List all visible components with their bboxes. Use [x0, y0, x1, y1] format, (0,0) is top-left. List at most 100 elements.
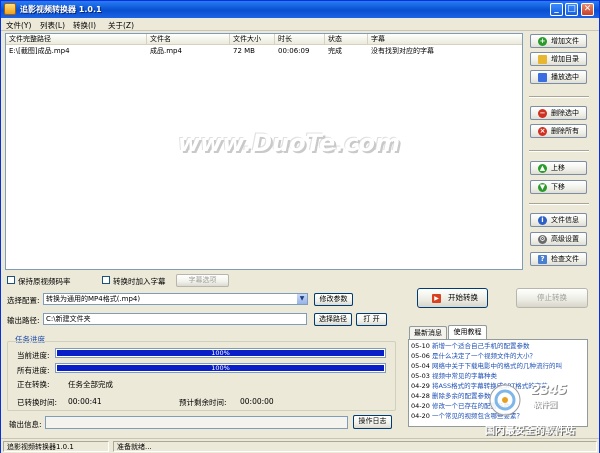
config-select[interactable]: 转换为通用的MP4格式(.mp4) ▼ — [43, 293, 308, 305]
total-progress-text: 100% — [211, 364, 230, 372]
delete-all-button[interactable]: × 删除所有 — [530, 124, 587, 138]
open-button[interactable]: 打 开 — [356, 313, 387, 326]
news-date: 04-29 — [411, 382, 430, 390]
app-window: 追影视频转换器 1.0.1 _ □ ✕ 文件(Y) 列表(L) 转换(I) 关于… — [0, 0, 600, 453]
col-header-status[interactable]: 状态 — [325, 34, 368, 45]
news-link[interactable]: 网络中关于下载电影中的格式的几种流行的叫 — [432, 362, 562, 370]
news-date: 05-03 — [411, 372, 430, 380]
total-progress-bar: 100% — [55, 363, 386, 373]
converting-value: 任务全部完成 — [68, 380, 113, 389]
status-app-name: 追影视频转换器1.0.1 — [3, 441, 109, 452]
table-row[interactable]: E:\[截图]成品.mp4 成品.mp4 72 MB 00:06:09 完成 没… — [6, 46, 522, 56]
minimize-button[interactable]: _ — [550, 3, 563, 16]
app-icon — [4, 3, 16, 15]
maximize-button[interactable]: □ — [565, 3, 578, 16]
chevron-down-icon[interactable]: ▼ — [297, 294, 307, 304]
elapsed-value: 00:00:41 — [68, 397, 102, 406]
cell-status: 完成 — [328, 47, 342, 55]
keep-bitrate-checkbox[interactable] — [7, 276, 15, 284]
cell-path: E:\[截图]成品.mp4 — [9, 47, 70, 55]
stop-convert-button[interactable]: 停止转换 — [516, 288, 588, 308]
news-date: 04-28 — [411, 392, 430, 400]
status-message: 准备就绪... — [113, 441, 597, 452]
current-progress-bar: 100% — [55, 348, 386, 358]
remaining-label: 预计剩余时间: — [179, 398, 227, 407]
tab-tutorial[interactable]: 使用教程 — [448, 325, 487, 339]
progress-group: 当前进度: 100% 所有进度: 100% 正在转换: 任务全部完成 已转换时间… — [7, 341, 396, 411]
move-up-button[interactable]: ▲ 上移 — [530, 161, 587, 175]
logo-slogan: 国内最安全的软件站 — [485, 426, 575, 437]
file-info-button[interactable]: i 文件信息 — [530, 213, 587, 227]
subtitle-options-button[interactable]: 字幕选项 — [176, 274, 229, 287]
delete-all-label: 删除所有 — [551, 127, 579, 135]
tab-latest-news[interactable]: 最新消息 — [409, 326, 447, 339]
file-list[interactable]: 文件完整路径 文件名 文件大小 时长 状态 字幕 E:\[截图]成品.mp4 成… — [5, 33, 523, 270]
check-file-button[interactable]: ? 检查文件 — [530, 252, 587, 266]
news-link[interactable]: 是什么决定了一个视频文件的大小？ — [432, 352, 536, 360]
choose-path-button[interactable]: 选择路径 — [314, 313, 352, 326]
file-info-label: 文件信息 — [551, 216, 579, 224]
add-subtitle-label: 转换时加入字幕 — [113, 277, 166, 286]
config-value: 转换为通用的MP4格式(.mp4) — [46, 295, 141, 303]
delete-selected-button[interactable]: − 删除选中 — [530, 106, 587, 120]
start-convert-button[interactable]: ▶ 开始转换 — [417, 288, 488, 308]
divider — [529, 203, 589, 205]
play-selected-button[interactable]: 播放选中 — [530, 70, 587, 84]
col-header-subtitle[interactable]: 字幕 — [368, 34, 522, 45]
elapsed-label: 已转换时间: — [17, 398, 58, 407]
col-header-size[interactable]: 文件大小 — [230, 34, 275, 45]
news-link[interactable]: 视频中常见的字幕种类 — [432, 372, 497, 380]
cell-name: 成品.mp4 — [150, 47, 182, 55]
move-down-button[interactable]: ▼ 下移 — [530, 180, 587, 194]
output-info-field[interactable] — [45, 416, 348, 429]
add-file-button[interactable]: + 增加文件 — [530, 34, 587, 48]
divider — [529, 96, 589, 98]
play-icon: ▶ — [432, 294, 441, 303]
arrow-up-icon: ▲ — [538, 164, 547, 173]
current-progress-label: 当前进度: — [17, 351, 50, 360]
news-date: 04-20 — [411, 412, 430, 420]
add-directory-button[interactable]: 增加目录 — [530, 52, 587, 66]
menu-file[interactable]: 文件(Y) — [6, 20, 31, 31]
converting-label: 正在转换: — [17, 380, 50, 389]
move-up-label: 上移 — [551, 164, 565, 172]
logo-mark-icon — [489, 384, 521, 416]
delete-icon: × — [538, 127, 547, 136]
news-link[interactable]: 新增一个适合自己手机的配置参数 — [432, 342, 530, 350]
menu-list[interactable]: 列表(L) — [40, 20, 65, 31]
status-bar: 追影视频转换器1.0.1 准备就绪... — [1, 438, 599, 453]
window-title: 追影视频转换器 1.0.1 — [20, 5, 102, 14]
advanced-settings-label: 高级设置 — [551, 235, 579, 243]
menu-bar: 文件(Y) 列表(L) 转换(I) 关于(Z) — [1, 18, 599, 31]
folder-icon — [538, 55, 547, 64]
list-item[interactable]: 05-03 视频中常见的字幕种类 — [411, 372, 497, 381]
cell-subtitle: 没有找到对应的字幕 — [371, 47, 434, 55]
modify-params-button[interactable]: 修改参数 — [314, 293, 353, 306]
operation-log-button[interactable]: 操作日志 — [353, 415, 392, 429]
advanced-settings-button[interactable]: ⚙ 高级设置 — [530, 232, 587, 246]
menu-convert[interactable]: 转换(I) — [73, 20, 96, 31]
news-date: 05-04 — [411, 362, 430, 370]
play-selected-label: 播放选中 — [551, 73, 579, 81]
output-info-label: 输出信息: — [9, 420, 42, 429]
site-logo: 2345 软件园 国内最安全的软件站 — [481, 381, 599, 439]
col-header-name[interactable]: 文件名 — [147, 34, 230, 45]
close-button[interactable]: ✕ — [581, 3, 594, 16]
info-icon: i — [538, 216, 547, 225]
menu-about[interactable]: 关于(Z) — [108, 20, 134, 31]
keep-bitrate-label: 保持原视频码率 — [18, 277, 71, 286]
settings-icon: ⚙ — [538, 235, 547, 244]
move-down-label: 下移 — [551, 183, 565, 191]
news-date: 05-10 — [411, 342, 430, 350]
col-header-path[interactable]: 文件完整路径 — [6, 34, 147, 45]
list-item[interactable]: 05-04 网络中关于下载电影中的格式的几种流行的叫 — [411, 362, 562, 371]
add-directory-label: 增加目录 — [551, 55, 579, 63]
add-subtitle-checkbox[interactable] — [102, 276, 110, 284]
news-date: 04-20 — [411, 402, 430, 410]
output-path-field[interactable]: C:\新建文件夹 — [43, 313, 307, 325]
cell-size: 72 MB — [233, 47, 255, 55]
list-item[interactable]: 04-28 删除多余的配置参数 — [411, 392, 490, 401]
list-item[interactable]: 05-06 是什么决定了一个视频文件的大小？ — [411, 352, 536, 361]
list-item[interactable]: 05-10 新增一个适合自己手机的配置参数 — [411, 342, 529, 351]
col-header-duration[interactable]: 时长 — [275, 34, 325, 45]
